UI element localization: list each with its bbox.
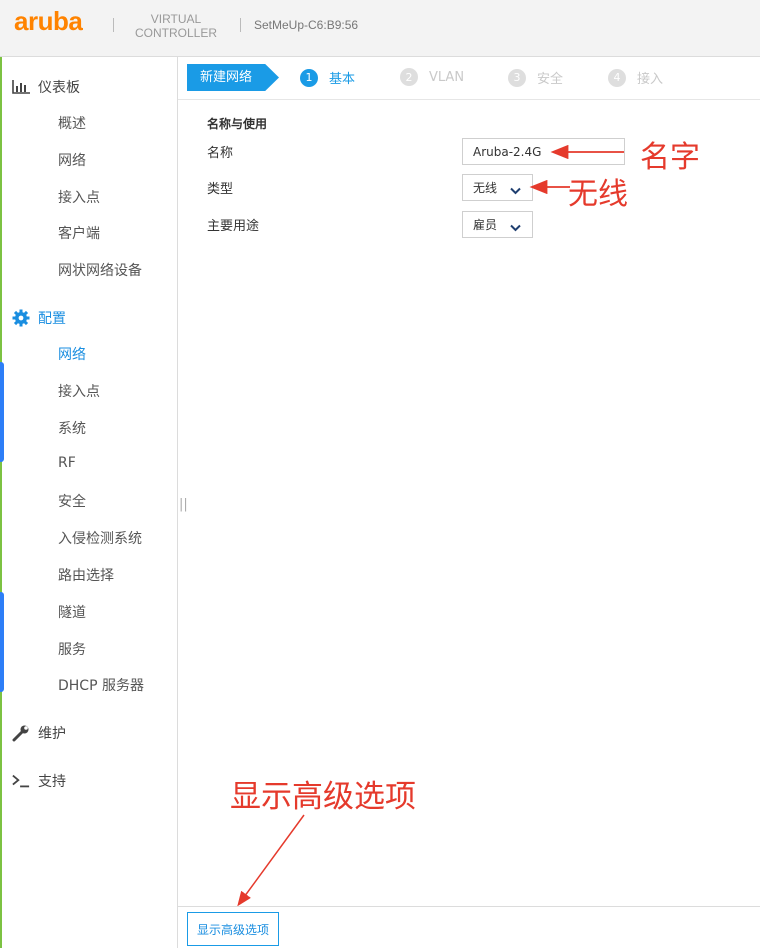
sidebar-item-system[interactable]: 系统 <box>58 418 86 438</box>
wizard-step-access[interactable]: 4 接入 <box>608 68 663 87</box>
type-label: 类型 <box>207 182 234 197</box>
sidebar-item-ids[interactable]: 入侵检测系统 <box>58 528 142 548</box>
sidebar-item-access-points-config[interactable]: 接入点 <box>58 381 100 401</box>
sidebar-item-rf[interactable]: RF <box>58 455 76 471</box>
step-label: VLAN <box>429 69 465 85</box>
wizard-steps: 新建网络 1 基本 2 VLAN 3 安全 4 接入 <box>178 57 760 100</box>
header-divider <box>113 18 114 32</box>
sidebar-item-dhcp-server[interactable]: DHCP 服务器 <box>58 675 144 695</box>
aruba-logo[interactable]: aruba <box>14 6 83 37</box>
sidebar-item-security[interactable]: 安全 <box>58 491 86 511</box>
step-label: 接入 <box>637 72 664 87</box>
usage-select[interactable]: 雇员 <box>462 211 533 238</box>
sidebar-section-label: 仪表板 <box>38 80 80 96</box>
virtual-controller-label: VIRTUAL CONTROLLER <box>130 12 222 40</box>
type-select[interactable]: 无线 <box>462 174 533 201</box>
terminal-icon <box>12 772 30 790</box>
sidebar-item-overview[interactable]: 概述 <box>58 113 86 133</box>
wrench-icon <box>12 724 30 742</box>
sidebar-section-label: 支持 <box>38 774 66 790</box>
arrow-to-advanced <box>237 814 305 907</box>
wizard-step-vlan[interactable]: 2 VLAN <box>400 68 464 86</box>
step-number: 3 <box>508 68 526 87</box>
step-label: 安全 <box>537 72 564 87</box>
wizard-current-chevron: 新建网络 <box>187 64 279 91</box>
sidebar-section-dashboard[interactable]: 仪表板 <box>12 77 80 97</box>
sidebar-item-services[interactable]: 服务 <box>58 639 86 659</box>
scroll-tab[interactable] <box>0 592 4 692</box>
sidebar-section-label: 配置 <box>38 311 66 327</box>
step-number: 4 <box>608 68 626 87</box>
sidebar-section-maintenance[interactable]: 维护 <box>12 723 66 743</box>
name-input[interactable]: Aruba-2.4G <box>462 138 625 165</box>
sidebar-item-routing[interactable]: 路由选择 <box>58 565 114 585</box>
top-header: aruba VIRTUAL CONTROLLER SetMeUp-C6:B9:5… <box>0 0 760 57</box>
sidebar-item-networks-config[interactable]: 网络 <box>58 344 86 364</box>
chevron-down-icon <box>510 184 521 198</box>
annotation-wireless: 无线 <box>568 177 628 212</box>
sidebar-section-support[interactable]: 支持 <box>12 771 66 791</box>
vc-line-1: VIRTUAL <box>150 12 202 26</box>
usage-select-value: 雇员 <box>473 218 498 232</box>
wizard-step-basic[interactable]: 1 基本 <box>300 68 355 87</box>
bar-chart-icon <box>12 78 30 96</box>
name-label: 名称 <box>207 146 234 161</box>
name-input-value: Aruba-2.4G <box>473 144 542 159</box>
sidebar-item-mesh-devices[interactable]: 网状网络设备 <box>58 260 142 280</box>
step-number: 1 <box>300 68 318 87</box>
chevron-down-icon <box>510 221 521 235</box>
resize-handle[interactable]: || <box>179 497 188 512</box>
device-name: SetMeUp-C6:B9:56 <box>254 18 359 32</box>
sidebar-item-clients[interactable]: 客户端 <box>58 223 100 243</box>
show-advanced-options-button[interactable]: 显示高级选项 <box>187 912 279 946</box>
annotation-show-advanced: 显示高级选项 <box>230 779 416 815</box>
annotation-name: 名字 <box>640 140 700 175</box>
header-divider <box>240 18 241 32</box>
sidebar-item-tunnels[interactable]: 隧道 <box>58 602 86 622</box>
sidebar-item-access-points[interactable]: 接入点 <box>58 187 100 207</box>
sidebar-item-networks[interactable]: 网络 <box>58 150 86 170</box>
scroll-tab[interactable] <box>0 362 4 462</box>
section-title: 名称与使用 <box>207 117 268 131</box>
type-select-value: 无线 <box>473 181 498 195</box>
gear-icon <box>12 309 30 327</box>
sidebar-section-label: 维护 <box>38 726 66 742</box>
vc-line-2: CONTROLLER <box>134 26 217 40</box>
sidebar-accent-stripe <box>0 57 2 948</box>
wizard-footer: 显示高级选项 <box>178 906 760 949</box>
step-label: 基本 <box>329 72 356 87</box>
wizard-step-security[interactable]: 3 安全 <box>508 68 563 87</box>
sidebar-section-config[interactable]: 配置 <box>12 308 66 328</box>
step-number: 2 <box>400 68 418 86</box>
usage-label: 主要用途 <box>207 219 260 234</box>
